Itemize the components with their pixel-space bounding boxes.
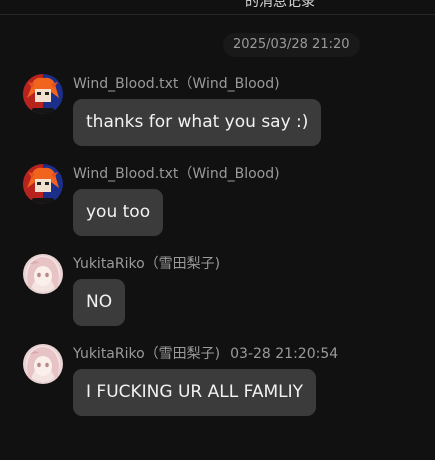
message-time: 03-28 21:20:54 xyxy=(230,346,339,362)
message-bubble[interactable]: you too xyxy=(73,189,164,236)
sender-name: Wind_Blood.txt（Wind_Blood) xyxy=(73,76,280,92)
window-header: 的消息记录 xyxy=(0,0,435,15)
pink-anime-girl-avatar-icon[interactable] xyxy=(23,344,63,384)
sender-line: Wind_Blood.txt（Wind_Blood) xyxy=(73,74,290,94)
sender-line: YukitaRiko（雪田梨子) 03-28 21:20:54 xyxy=(73,344,338,364)
sender-line: Wind_Blood.txt（Wind_Blood) xyxy=(73,164,290,184)
sender-name: YukitaRiko（雪田梨子) xyxy=(73,256,221,272)
pink-anime-girl-avatar-icon[interactable] xyxy=(23,254,63,294)
message-bubble[interactable]: NO xyxy=(73,279,126,326)
sender-name: Wind_Blood.txt（Wind_Blood) xyxy=(73,166,280,182)
message-bubble[interactable]: I FUCKING UR ALL FAMLIY xyxy=(73,369,316,416)
orange-hair-character-avatar-icon[interactable] xyxy=(23,164,63,204)
sender-line: YukitaRiko（雪田梨子) xyxy=(73,254,230,274)
date-divider: 2025/03/28 21:20 xyxy=(223,33,360,57)
orange-hair-character-avatar-icon[interactable] xyxy=(23,74,63,114)
sender-name: YukitaRiko（雪田梨子) xyxy=(73,346,221,362)
message-bubble[interactable]: thanks for what you say :) xyxy=(73,99,322,146)
window-title: 的消息记录 xyxy=(245,0,315,10)
chat-history-window: 的消息记录 2025/03/28 21:20 Wind_Blood.txt（Wi… xyxy=(0,0,435,460)
